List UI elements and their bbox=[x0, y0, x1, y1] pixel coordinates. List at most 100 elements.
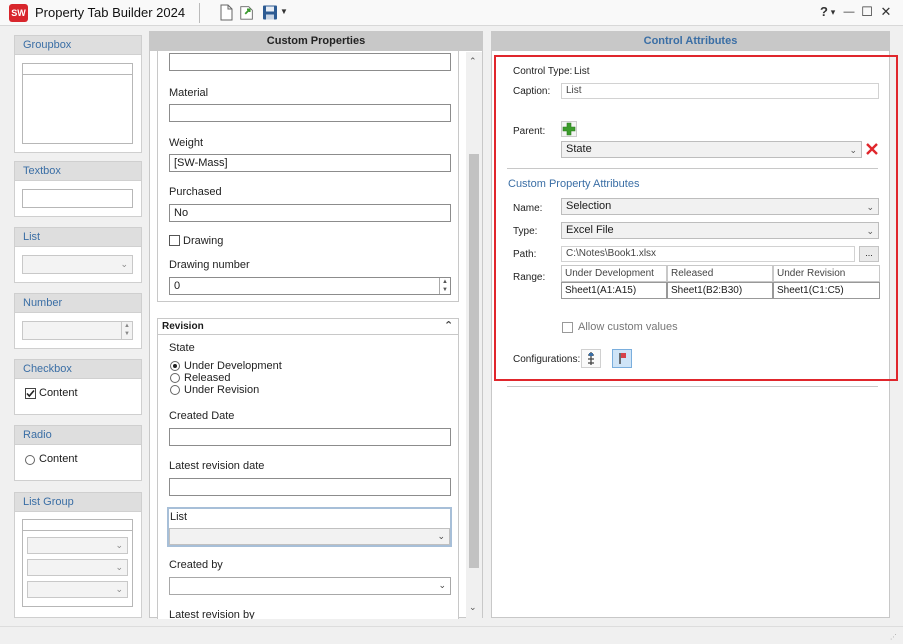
configurations-icon bbox=[588, 352, 594, 365]
created-date-label: Created Date bbox=[169, 410, 235, 422]
range-value-cell[interactable]: Sheet1(A1:A15) bbox=[561, 282, 667, 299]
drawing-number-label: Drawing number bbox=[169, 259, 250, 271]
state-option-label: Under Revision bbox=[184, 384, 260, 396]
maximize-button[interactable]: ☐ bbox=[860, 3, 874, 21]
palette-list-group[interactable]: List Group ⌄ ⌄ ⌄ bbox=[14, 492, 142, 618]
palette-groupbox-label: Groupbox bbox=[15, 36, 141, 55]
state-option-label: Under Development bbox=[184, 360, 282, 372]
allow-custom-values-checkbox[interactable] bbox=[562, 322, 573, 333]
drawing-number-value: 0 bbox=[174, 280, 181, 292]
scrollbar-thumb[interactable] bbox=[469, 154, 479, 568]
add-parent-button[interactable] bbox=[561, 121, 577, 137]
dropdown-arrow-icon[interactable]: ▼ bbox=[280, 7, 288, 16]
range-value-cell[interactable]: Sheet1(C1:C5) bbox=[773, 282, 880, 299]
path-input[interactable]: C:\Notes\Book1.xlsx bbox=[561, 246, 855, 262]
drawing-checkbox[interactable] bbox=[169, 235, 180, 246]
help-dropdown-icon[interactable]: ▾ bbox=[829, 3, 837, 21]
created-date-input[interactable] bbox=[169, 428, 451, 446]
revision-group: Revision ⌃ State Under Development Relea… bbox=[157, 318, 459, 619]
checkbox-content-label: Content bbox=[39, 387, 78, 399]
chevron-down-icon: ⌄ bbox=[849, 145, 857, 155]
chevron-down-icon: ⌄ bbox=[120, 259, 128, 269]
type-label: Type: bbox=[513, 226, 538, 237]
palette-textbox[interactable]: Textbox bbox=[14, 161, 142, 217]
material-input[interactable] bbox=[169, 104, 451, 122]
groupbox-preview bbox=[22, 63, 133, 144]
range-header: Under Development bbox=[561, 265, 667, 282]
purchased-label: Purchased bbox=[169, 186, 222, 198]
revision-header[interactable]: Revision ⌃ bbox=[158, 319, 458, 335]
latest-revision-date-input[interactable] bbox=[169, 478, 451, 496]
name-dropdown[interactable]: Selection ⌄ bbox=[561, 198, 879, 215]
list-label: List bbox=[170, 511, 188, 523]
textbox-preview bbox=[22, 189, 133, 208]
range-label: Range: bbox=[513, 272, 546, 283]
palette-checkbox[interactable]: Checkbox Content bbox=[14, 359, 142, 415]
caption-input[interactable]: List bbox=[561, 83, 879, 99]
radio-released[interactable] bbox=[170, 373, 180, 383]
chevron-down-icon: ⌄ bbox=[115, 562, 123, 572]
palette-groupbox[interactable]: Groupbox bbox=[14, 35, 142, 153]
allow-custom-values-label: Allow custom values bbox=[578, 321, 678, 333]
resize-grip-icon[interactable]: ⋰ bbox=[890, 633, 897, 641]
radio-content-label: Content bbox=[39, 453, 78, 465]
configurations-specific-button[interactable] bbox=[612, 349, 632, 368]
palette-list[interactable]: List ⌄ bbox=[14, 227, 142, 283]
palette-number[interactable]: Number ▲ ▼ bbox=[14, 293, 142, 349]
created-by-label: Created by bbox=[169, 559, 223, 571]
properties-group: Material Weight [SW-Mass] Purchased No D… bbox=[157, 51, 459, 302]
scrollbar-track[interactable]: ⌃ ⌄ bbox=[466, 52, 482, 618]
custom-property-attributes-title: Custom Property Attributes bbox=[508, 178, 640, 190]
browse-button[interactable]: ... bbox=[859, 246, 879, 262]
range-grid[interactable]: Under Development Released Under Revisio… bbox=[561, 265, 880, 301]
drawing-number-input[interactable]: 0 ▲ ▼ bbox=[169, 277, 451, 295]
save-icon[interactable] bbox=[262, 4, 278, 21]
custom-properties-panel: Custom Properties Material Weight [SW-Ma… bbox=[149, 31, 483, 619]
section-divider bbox=[507, 168, 878, 169]
list-dropdown[interactable]: ⌄ bbox=[169, 528, 450, 545]
configurations-label: Configurations: bbox=[513, 354, 581, 365]
created-by-dropdown[interactable]: ⌄ bbox=[169, 577, 451, 595]
checkbox-checked-icon bbox=[25, 388, 36, 399]
radio-under-development[interactable] bbox=[170, 361, 180, 371]
control-type-value: List bbox=[574, 66, 590, 77]
spinner-icon: ▲ ▼ bbox=[121, 322, 132, 339]
parent-label: Parent: bbox=[513, 126, 546, 137]
minimize-button[interactable]: — bbox=[842, 3, 856, 21]
chevron-down-icon: ⌄ bbox=[866, 226, 874, 236]
range-value-cell[interactable]: Sheet1(B2:B30) bbox=[667, 282, 773, 299]
chevron-down-icon: ⌄ bbox=[437, 531, 445, 541]
name-label: Name: bbox=[513, 203, 543, 214]
open-file-icon[interactable] bbox=[239, 4, 255, 21]
palette-textbox-label: Textbox bbox=[15, 162, 141, 181]
number-spinner-icon[interactable]: ▲ ▼ bbox=[439, 278, 450, 294]
purchased-input[interactable]: No bbox=[169, 204, 451, 222]
solidworks-logo-icon: SW bbox=[9, 4, 28, 22]
type-dropdown[interactable]: Excel File ⌄ bbox=[561, 222, 879, 239]
top-field-input[interactable] bbox=[169, 53, 451, 71]
drawing-label: Drawing bbox=[183, 235, 224, 247]
remove-parent-button[interactable] bbox=[864, 141, 880, 157]
collapse-icon[interactable]: ⌃ bbox=[444, 319, 453, 332]
new-file-icon[interactable] bbox=[218, 4, 234, 21]
control-attributes-panel: Control Attributes Control Type: List Ca… bbox=[491, 31, 890, 618]
scroll-down-icon[interactable]: ⌄ bbox=[469, 602, 477, 613]
parent-dropdown[interactable]: State ⌄ bbox=[561, 141, 862, 158]
chevron-down-icon: ⌄ bbox=[866, 202, 874, 212]
latest-revision-by-label: Latest revision by bbox=[169, 609, 255, 619]
weight-input[interactable]: [SW-Mass] bbox=[169, 154, 451, 172]
parent-value: State bbox=[566, 143, 592, 155]
chevron-down-icon: ⌄ bbox=[438, 580, 446, 590]
range-header: Under Revision bbox=[773, 265, 880, 282]
configurations-all-button[interactable] bbox=[581, 349, 601, 368]
close-button[interactable]: ✕ bbox=[879, 3, 893, 21]
radio-under-revision[interactable] bbox=[170, 385, 180, 395]
palette-radio[interactable]: Radio Content bbox=[14, 425, 142, 481]
name-value: Selection bbox=[566, 200, 612, 212]
path-label: Path: bbox=[513, 249, 537, 260]
palette-radio-label: Radio bbox=[15, 426, 141, 445]
scroll-up-icon[interactable]: ⌃ bbox=[469, 56, 477, 67]
control-attributes-header: Control Attributes bbox=[492, 32, 889, 51]
selected-list-control[interactable]: List ⌄ bbox=[167, 507, 452, 547]
chevron-down-icon: ⌄ bbox=[115, 540, 123, 550]
